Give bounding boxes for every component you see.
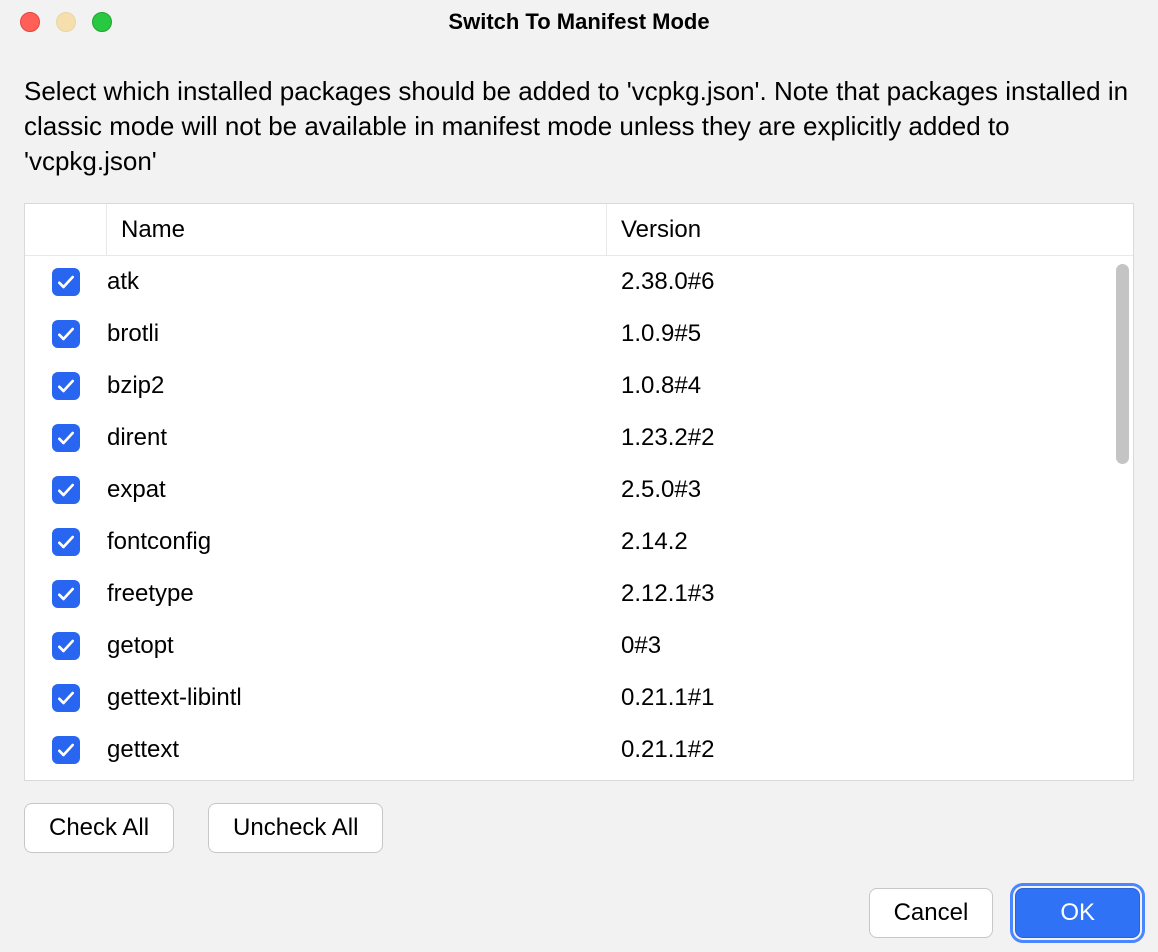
package-checkbox[interactable] (52, 736, 80, 764)
column-header-version[interactable]: Version (607, 204, 1133, 255)
table-row[interactable]: gettext0.21.1#2 (25, 724, 1133, 776)
package-name: getopt (107, 632, 607, 660)
package-checkbox[interactable] (52, 632, 80, 660)
package-name: freetype (107, 580, 607, 608)
package-version: 1.0.8#4 (607, 372, 1133, 400)
table-row[interactable]: bzip21.0.8#4 (25, 360, 1133, 412)
package-checkbox[interactable] (52, 424, 80, 452)
table-row[interactable]: expat2.5.0#3 (25, 464, 1133, 516)
column-header-checkbox[interactable] (25, 204, 107, 255)
titlebar: Switch To Manifest Mode (0, 0, 1158, 44)
package-version: 1.0.9#5 (607, 320, 1133, 348)
package-version: 2.12.1#3 (607, 580, 1133, 608)
ok-button[interactable]: OK (1015, 888, 1140, 938)
table-header: Name Version (25, 204, 1133, 256)
table-row[interactable]: freetype2.12.1#3 (25, 568, 1133, 620)
package-name: dirent (107, 424, 607, 452)
package-name: expat (107, 476, 607, 504)
package-checkbox[interactable] (52, 684, 80, 712)
packages-table: Name Version atk2.38.0#6brotli1.0.9#5bzi… (24, 203, 1134, 781)
package-checkbox[interactable] (52, 320, 80, 348)
cell-checkbox (25, 372, 107, 400)
maximize-icon[interactable] (92, 12, 112, 32)
package-name: gettext-libintl (107, 684, 607, 712)
package-version: 2.14.2 (607, 528, 1133, 556)
package-version: 0.21.1#2 (607, 736, 1133, 764)
scrollbar-thumb[interactable] (1116, 264, 1129, 464)
package-name: atk (107, 268, 607, 296)
table-row[interactable]: brotli1.0.9#5 (25, 308, 1133, 360)
cell-checkbox (25, 736, 107, 764)
window-title: Switch To Manifest Mode (0, 9, 1158, 35)
package-checkbox[interactable] (52, 580, 80, 608)
cell-checkbox (25, 320, 107, 348)
cell-checkbox (25, 476, 107, 504)
package-name: fontconfig (107, 528, 607, 556)
cell-checkbox (25, 268, 107, 296)
package-version: 0#3 (607, 632, 1133, 660)
cell-checkbox (25, 632, 107, 660)
cell-checkbox (25, 580, 107, 608)
package-version: 2.38.0#6 (607, 268, 1133, 296)
package-version: 0.21.1#1 (607, 684, 1133, 712)
cell-checkbox (25, 528, 107, 556)
table-row[interactable]: getopt0#3 (25, 620, 1133, 672)
package-checkbox[interactable] (52, 528, 80, 556)
cancel-button[interactable]: Cancel (869, 888, 994, 938)
package-name: gettext (107, 736, 607, 764)
package-checkbox[interactable] (52, 372, 80, 400)
table-body[interactable]: atk2.38.0#6brotli1.0.9#5bzip21.0.8#4dire… (25, 256, 1133, 780)
package-name: bzip2 (107, 372, 607, 400)
package-checkbox[interactable] (52, 268, 80, 296)
uncheck-all-button[interactable]: Uncheck All (208, 803, 383, 853)
package-name: brotli (107, 320, 607, 348)
cell-checkbox (25, 684, 107, 712)
package-checkbox[interactable] (52, 476, 80, 504)
check-all-button[interactable]: Check All (24, 803, 174, 853)
window-controls (0, 12, 112, 32)
package-version: 2.5.0#3 (607, 476, 1133, 504)
dialog-description: Select which installed packages should b… (24, 74, 1134, 179)
column-header-name[interactable]: Name (107, 204, 607, 255)
table-row[interactable]: fontconfig2.14.2 (25, 516, 1133, 568)
table-row[interactable]: atk2.38.0#6 (25, 256, 1133, 308)
package-version: 1.23.2#2 (607, 424, 1133, 452)
cell-checkbox (25, 424, 107, 452)
close-icon[interactable] (20, 12, 40, 32)
table-row[interactable]: gettext-libintl0.21.1#1 (25, 672, 1133, 724)
table-row[interactable]: dirent1.23.2#2 (25, 412, 1133, 464)
minimize-icon (56, 12, 76, 32)
